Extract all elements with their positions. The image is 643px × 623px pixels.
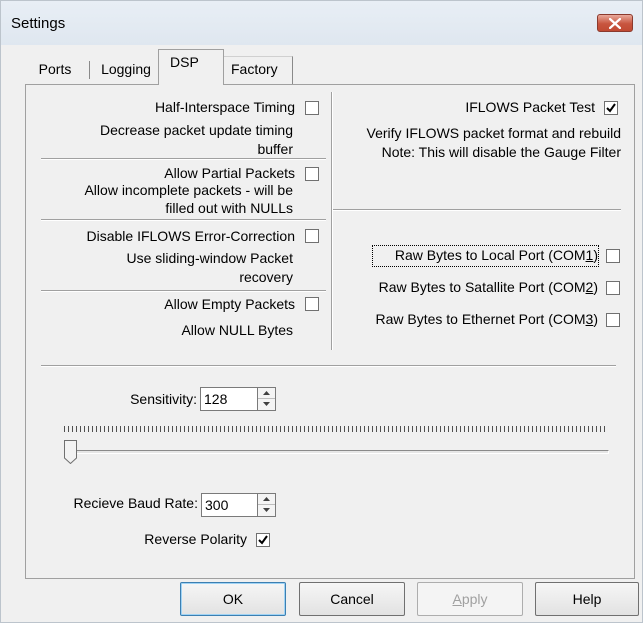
apply-mnemonic: A (452, 591, 462, 607)
ifflows-test-checkbox[interactable] (604, 101, 618, 115)
column-divider (331, 92, 333, 350)
divider (41, 219, 326, 221)
reverse-polarity-label: Reverse Polarity (144, 531, 247, 547)
half-interspace-desc-1: Decrease packet update timing (100, 122, 293, 138)
disable-ifflows-ec-desc-2: recovery (239, 269, 293, 285)
raw-satellite-suffix: ) (593, 279, 598, 295)
raw-ethernet-checkbox[interactable] (606, 313, 620, 327)
slider-thumb-icon (64, 440, 77, 465)
apply-button[interactable]: Apply (417, 582, 523, 616)
help-button[interactable]: Help (535, 582, 639, 616)
title-bar[interactable]: Settings (1, 1, 642, 45)
slider-ticks (64, 426, 606, 432)
raw-satellite-checkbox[interactable] (606, 281, 620, 295)
divider (41, 290, 326, 292)
sensitivity-spinner[interactable] (257, 387, 276, 411)
baud-rate-label: Recieve Baud Rate: (73, 495, 198, 511)
arrow-down-icon (263, 402, 270, 406)
allow-partial-checkbox[interactable] (305, 167, 319, 181)
raw-satellite-text: Raw Bytes to Satallite Port (COM (378, 279, 586, 295)
divider (333, 209, 621, 211)
settings-window: Settings Ports Logging DSP Factory Half-… (0, 0, 643, 623)
divider (41, 158, 326, 160)
checkmark-icon (258, 535, 268, 545)
tab-factory-label: Factory (231, 61, 278, 77)
tab-ports[interactable]: Ports (36, 58, 74, 82)
ifflows-test-label: IFLOWS Packet Test (465, 99, 595, 115)
raw-local-label: Raw Bytes to Local Port (COM1) (372, 245, 599, 267)
half-interspace-label: Half-Interspace Timing (154, 99, 295, 115)
disable-ifflows-ec-label: Disable IFLOWS Error-Correction (86, 228, 296, 244)
window-title: Settings (11, 15, 66, 32)
spin-up-button[interactable] (258, 388, 275, 399)
spin-down-button[interactable] (258, 399, 275, 410)
section-divider (41, 365, 616, 367)
tab-logging[interactable]: Logging (96, 58, 156, 82)
allow-partial-desc-1: Allow incomplete packets - will be (84, 182, 293, 198)
reverse-polarity-checkbox[interactable] (256, 533, 270, 547)
raw-local-text: Raw Bytes to Local Port (COM (394, 247, 586, 263)
checkmark-icon (606, 103, 616, 113)
tab-ports-label: Ports (38, 61, 72, 77)
ok-button[interactable]: OK (180, 582, 286, 616)
sensitivity-input[interactable] (200, 387, 258, 411)
tab-factory[interactable]: Factory (224, 56, 293, 84)
allow-partial-desc-2: filled out with NULLs (165, 200, 293, 216)
baud-rate-input[interactable] (201, 493, 258, 517)
half-interspace-desc-2: buffer (257, 141, 293, 157)
apply-rest: pply (461, 591, 488, 607)
ifflows-test-desc-1: Verify IFLOWS packet format and rebuild (366, 125, 621, 141)
tab-logging-label: Logging (101, 61, 151, 77)
close-button[interactable] (597, 14, 633, 32)
raw-satellite-label: Raw Bytes to Satallite Port (COM2) (341, 278, 598, 297)
raw-ethernet-suffix: ) (593, 311, 598, 327)
cancel-button[interactable]: Cancel (299, 582, 405, 616)
spin-down-button[interactable] (258, 505, 275, 516)
disable-ifflows-ec-desc-1: Use sliding-window Packet (126, 250, 293, 266)
sensitivity-slider-thumb[interactable] (64, 440, 77, 465)
arrow-up-icon (263, 391, 270, 395)
tab-dsp[interactable]: DSP (158, 49, 224, 85)
sensitivity-label: Sensitivity: (130, 391, 197, 407)
raw-local-checkbox[interactable] (606, 249, 620, 263)
allow-empty-desc: Allow NULL Bytes (181, 322, 293, 338)
raw-ethernet-label: Raw Bytes to Ethernet Port (COM3) (341, 310, 598, 329)
arrow-down-icon (263, 508, 270, 512)
sensitivity-slider-track[interactable] (64, 450, 609, 454)
tab-separator (89, 61, 90, 79)
baud-rate-spinner[interactable] (257, 493, 276, 517)
ifflows-test-desc-2: Note: This will disable the Gauge Filter (381, 144, 621, 160)
half-interspace-checkbox[interactable] (305, 101, 319, 115)
arrow-up-icon (263, 497, 270, 501)
allow-empty-checkbox[interactable] (305, 297, 319, 311)
disable-ifflows-ec-checkbox[interactable] (305, 229, 319, 243)
tab-dsp-label: DSP (170, 54, 199, 70)
raw-local-suffix: ) (593, 247, 598, 263)
spin-up-button[interactable] (258, 494, 275, 505)
close-x-icon (609, 17, 621, 29)
raw-ethernet-text: Raw Bytes to Ethernet Port (COM (375, 311, 586, 327)
allow-empty-label: Allow Empty Packets (164, 296, 295, 312)
